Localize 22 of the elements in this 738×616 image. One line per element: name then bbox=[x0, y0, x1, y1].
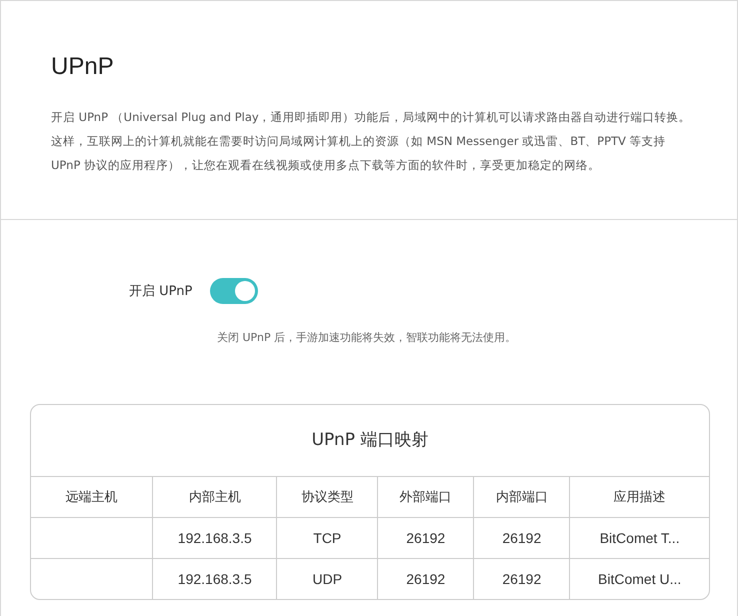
table-cell: TCP bbox=[276, 518, 378, 558]
table-cell: BitComet T... bbox=[570, 518, 709, 558]
column-header: 远端主机 bbox=[31, 477, 153, 518]
column-header: 内部主机 bbox=[152, 477, 277, 518]
table-cell: 192.168.3.5 bbox=[152, 558, 277, 599]
table-cell: 26192 bbox=[378, 558, 474, 599]
table-cell: 26192 bbox=[474, 558, 570, 599]
table-cell: UDP bbox=[276, 558, 378, 599]
table-cell: 26192 bbox=[378, 518, 474, 558]
table-title: UPnP 端口映射 bbox=[31, 405, 709, 477]
toggle-label: 开启 UPnP bbox=[129, 283, 192, 300]
table-cell: 192.168.3.5 bbox=[152, 518, 277, 558]
hint-text: 关闭 UPnP 后，手游加速功能将失效，智联功能将无法使用。 bbox=[217, 330, 518, 345]
column-header: 协议类型 bbox=[276, 477, 378, 518]
table-cell: BitComet U... bbox=[570, 558, 709, 599]
table-cell: 26192 bbox=[474, 518, 570, 558]
column-header: 应用描述 bbox=[570, 477, 709, 518]
page-title: UPnP bbox=[51, 53, 115, 81]
column-header: 外部端口 bbox=[378, 477, 474, 518]
upnp-switch[interactable] bbox=[210, 278, 258, 304]
column-header: 内部端口 bbox=[474, 477, 570, 518]
description-text: 开启 UPnP （Universal Plug and Play，通用即插即用）功能后，局域网中的计算机可以请求路由器自动进行端口转换。这样，互联网上的计算机就能在需要时访问局域网计算机上的资源（如 MSN Messenger 或迅雷、BT、PPTV 等支持 UPnP 协议的应用程序），让您在观看在线视频或使用多点下载等方面的软件时，享受更加稳定的网络。 bbox=[51, 109, 692, 174]
